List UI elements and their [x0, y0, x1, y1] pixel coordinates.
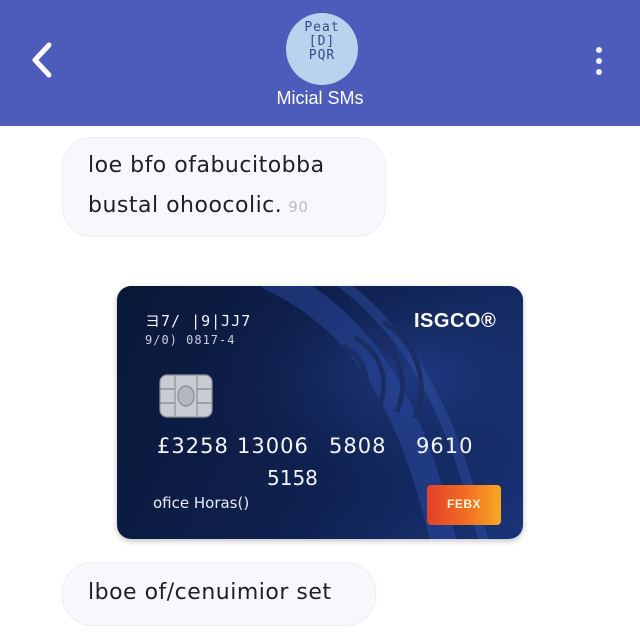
card-chip-icon: [159, 374, 213, 418]
contact-avatar[interactable]: Peat [D] PQR: [286, 13, 358, 85]
card-number-group: 13006: [237, 434, 309, 458]
more-vertical-icon: [596, 58, 602, 64]
card-holder-name: ofice Horas(): [153, 494, 250, 512]
card-number-group: 5808: [329, 434, 387, 458]
avatar-text: Peat [D] PQR: [304, 20, 340, 63]
contact-name: Micial SMs: [276, 88, 364, 108]
message-text-line: lboe of/cenuimior set: [88, 580, 332, 605]
card-subtext: 9/0) 0817-4: [145, 333, 236, 347]
card-expiry: 5158: [267, 466, 318, 490]
message-bubble[interactable]: lboe of/cenuimior set: [62, 562, 376, 626]
credit-card-image[interactable]: ヨ7/ |9|̄JJ7 9/0) 0817-4 ISGCO® £3258 130…: [117, 286, 523, 539]
sms-conversation-screen: Peat [D] PQR Micial SMs loe bfo ofabucit…: [0, 0, 640, 640]
card-number-group: £3258: [157, 434, 229, 458]
message-bubble[interactable]: loe bfo ofabucitobba bustal ohoocolic. 90: [62, 137, 386, 237]
card-number-group: 9610: [416, 434, 474, 458]
message-text-line: bustal ohoocolic. 90: [88, 193, 308, 218]
back-button[interactable]: [22, 38, 62, 82]
chevron-left-icon: [32, 42, 52, 78]
more-options-button[interactable]: [586, 40, 612, 82]
message-time: 90: [288, 198, 309, 216]
card-network-logo-text: FEBX: [446, 497, 481, 511]
card-bank-name: ヨ7/ |9|̄JJ7: [145, 312, 252, 330]
card-brand: ISGCO®: [414, 310, 497, 332]
app-bar: Peat [D] PQR Micial SMs: [0, 0, 640, 126]
more-vertical-icon: [596, 47, 602, 53]
message-text: bustal ohoocolic.: [88, 193, 283, 218]
message-text-line: loe bfo ofabucitobba: [88, 153, 325, 178]
more-vertical-icon: [596, 69, 602, 75]
card-network-logo: FEBX: [427, 485, 501, 525]
